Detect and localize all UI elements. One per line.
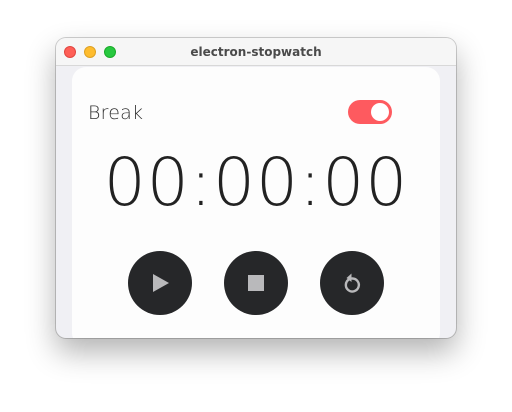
play-button[interactable] — [128, 251, 192, 315]
app-window: electron-stopwatch Break 00:00:00 — [56, 38, 456, 338]
stop-icon — [248, 275, 264, 291]
play-icon — [153, 274, 169, 292]
window-title: electron-stopwatch — [190, 45, 322, 59]
toggle-knob — [371, 103, 389, 121]
break-mode-toggle[interactable] — [348, 100, 392, 124]
time-display: 00:00:00 — [103, 144, 409, 221]
title-bar[interactable]: electron-stopwatch — [56, 38, 456, 66]
mode-label: Break — [88, 102, 144, 124]
stop-button[interactable] — [224, 251, 288, 315]
reset-button[interactable] — [320, 251, 384, 315]
reset-icon — [344, 273, 361, 293]
